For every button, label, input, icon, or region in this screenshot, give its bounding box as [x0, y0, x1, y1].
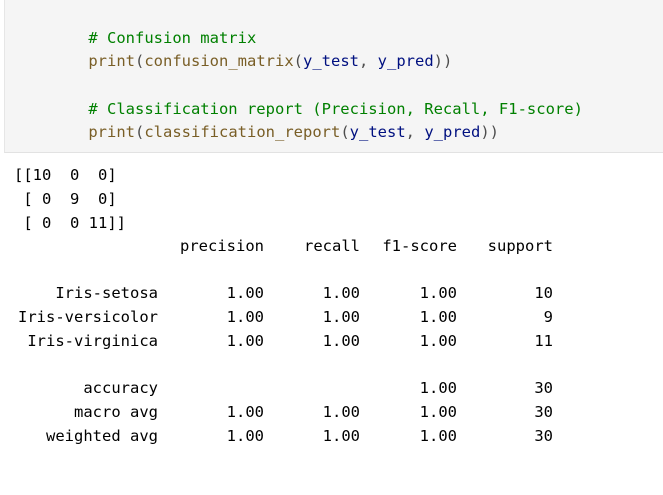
paren: ))	[480, 123, 499, 141]
comma: ,	[359, 52, 378, 70]
report-row-support: 9	[543, 308, 553, 326]
argument: y_pred	[424, 123, 481, 141]
summary-row-support: 30	[534, 403, 553, 421]
summary-row-label: macro avg	[74, 403, 158, 421]
paren: (	[135, 123, 145, 141]
summary-row-support: 30	[534, 427, 553, 445]
summary-row-f1: 1.00	[419, 427, 457, 445]
code-input-cell[interactable]: # Confusion matrix print(confusion_matri…	[4, 0, 663, 153]
summary-row-recall: 1.00	[322, 427, 360, 445]
paren: (	[293, 52, 303, 70]
report-row-precision: 1.00	[226, 332, 264, 350]
summary-row-f1: 1.00	[419, 403, 457, 421]
summary-row-f1: 1.00	[419, 379, 457, 397]
paren: ))	[433, 52, 453, 70]
confusion-matrix-line: [[10 0 0]	[14, 166, 117, 184]
function-name: classification_report	[144, 123, 341, 141]
summary-row-precision	[160, 376, 264, 400]
report-row-label: Iris-virginica	[27, 332, 158, 350]
print-keyword: print	[88, 52, 135, 70]
code-line-comment-confusion: # Confusion matrix	[51, 2, 256, 47]
function-name: confusion_matrix	[144, 52, 294, 70]
confusion-matrix-line: [ 0 0 11]]	[14, 214, 126, 232]
code-line-print-confusion: print(confusion_matrix(y_test, y_pred))	[51, 25, 452, 70]
paren: (	[340, 123, 350, 141]
report-header-f1: f1-score	[382, 237, 457, 255]
argument: y_test	[349, 123, 406, 141]
comma: ,	[405, 123, 425, 141]
summary-row-label: weighted avg	[46, 427, 158, 445]
print-keyword: print	[88, 123, 135, 141]
report-header-precision: precision	[180, 237, 264, 255]
argument: y_test	[303, 52, 359, 70]
report-row-support: 10	[534, 284, 553, 302]
report-row-recall: 1.00	[322, 308, 360, 326]
report-row-f1: 1.00	[419, 284, 457, 302]
summary-row-recall: 1.00	[322, 403, 360, 421]
report-header-recall: recall	[304, 237, 360, 255]
summary-row-precision: 1.00	[226, 403, 264, 421]
summary-row-precision: 1.00	[226, 427, 264, 445]
paren: (	[135, 52, 145, 70]
report-row-f1: 1.00	[419, 332, 457, 350]
report-row-label: Iris-setosa	[55, 284, 158, 302]
summary-row-label: accuracy	[83, 379, 158, 397]
report-row-support: 11	[534, 332, 553, 350]
code-line-print-report: print(classification_report(y_test, y_pr…	[51, 96, 499, 141]
confusion-matrix-line: [ 0 9 0]	[14, 190, 117, 208]
report-row-precision: 1.00	[226, 308, 264, 326]
report-row-recall: 1.00	[322, 332, 360, 350]
report-row-recall: 1.00	[322, 284, 360, 302]
report-row-label: Iris-versicolor	[18, 308, 158, 326]
report-row-precision: 1.00	[226, 284, 264, 302]
report-header-support: support	[487, 237, 553, 255]
summary-row-recall	[264, 376, 360, 400]
summary-row-support: 30	[534, 379, 553, 397]
argument: y_pred	[377, 52, 434, 70]
report-row-f1: 1.00	[419, 308, 457, 326]
code-line-comment-report: # Classification report (Precision, Reca…	[51, 73, 583, 118]
